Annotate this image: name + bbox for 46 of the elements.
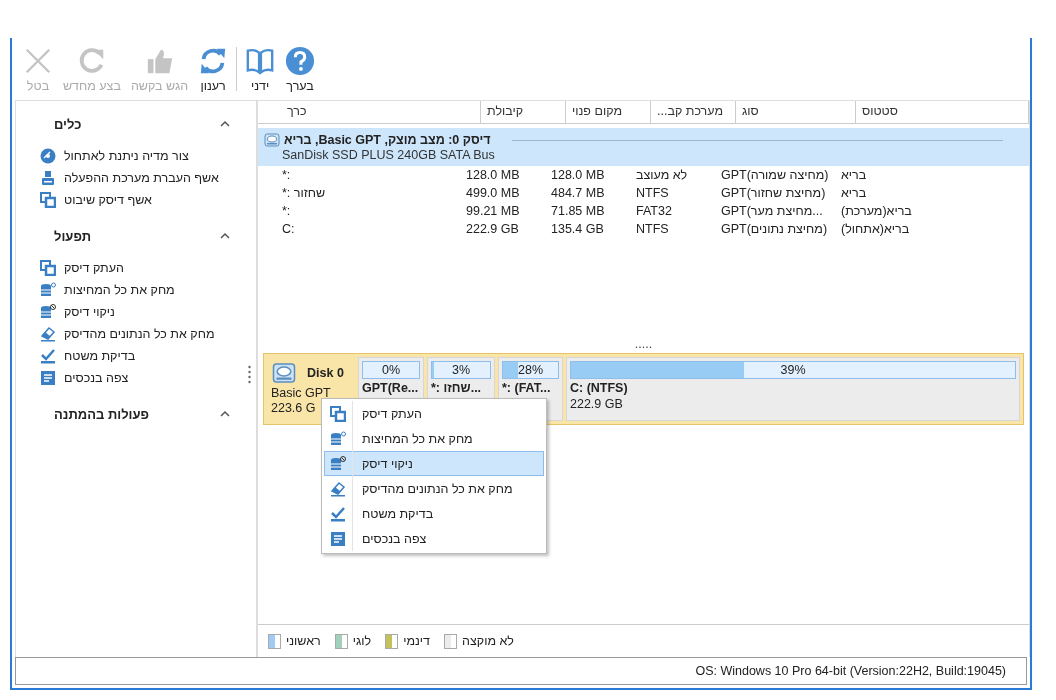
table-cell: GPT(מחיצת מער... bbox=[721, 204, 823, 218]
partition-label: *: שחזו... bbox=[431, 381, 483, 395]
disk-size: 223.6 G bbox=[271, 401, 316, 415]
usage-bar: 28% bbox=[502, 361, 559, 379]
section-title: פעולות בהמתנה bbox=[54, 406, 149, 422]
table-cell: 128.0 MB bbox=[466, 168, 520, 182]
partition-size: 222.9 GB bbox=[570, 397, 624, 411]
partition-label: C: (NTFS) bbox=[570, 381, 629, 395]
table-cell: NTFS bbox=[636, 186, 669, 200]
section-title: כלים bbox=[54, 116, 82, 132]
table-cell: בריא bbox=[841, 168, 867, 182]
table-cell: 222.9 GB bbox=[466, 222, 519, 236]
legend-label: דינמי bbox=[403, 634, 431, 648]
table-cell: 484.7 MB bbox=[551, 186, 605, 200]
table-cell: *: שחזור bbox=[282, 186, 326, 200]
table-cell: 71.85 MB bbox=[551, 204, 605, 218]
legend-label: לא מוקצה bbox=[462, 634, 514, 648]
table-cell: FAT32 bbox=[636, 204, 672, 218]
disk-title: דיסק 0: מצב מוצק, Basic GPT, בריא bbox=[284, 133, 491, 147]
disk-name: Disk 0 bbox=[307, 366, 344, 380]
partition-label: *: (FAT... bbox=[502, 381, 552, 395]
table-cell: GPT(מחיצה שמורה) bbox=[721, 168, 829, 182]
disk-type: Basic GPT bbox=[271, 386, 331, 400]
table-cell: בריא(אתחול) bbox=[841, 222, 910, 236]
usage-bar: 3% bbox=[431, 361, 491, 379]
status-bar: OS: Windows 10 Pro 64-bit (Version:22H2, Build:19045) bbox=[15, 657, 1027, 685]
table-cell: C: bbox=[282, 222, 295, 236]
table-cell: NTFS bbox=[636, 222, 669, 236]
table-cell: GPT(מחיצת שחזור) bbox=[721, 186, 826, 200]
section-title: תפעול bbox=[54, 228, 92, 244]
legend-label: ראשוני bbox=[286, 634, 321, 648]
table-cell: GPT(מחיצת נתונים) bbox=[721, 222, 828, 236]
table-cell: 128.0 MB bbox=[551, 168, 605, 182]
table-cell: 135.4 GB bbox=[551, 222, 604, 236]
usage-bar: 39% bbox=[570, 361, 1016, 379]
table-cell: 99.21 MB bbox=[466, 204, 520, 218]
legend-label: לוגי bbox=[352, 634, 372, 648]
partition-label: GPT(Re... bbox=[362, 381, 420, 395]
table-cell: 499.0 MB bbox=[466, 186, 520, 200]
table-cell: בריא(מערכת) bbox=[841, 204, 912, 218]
table-cell: לא מעוצב bbox=[636, 168, 688, 182]
table-cell: *: bbox=[282, 168, 291, 182]
table-cell: *: bbox=[282, 204, 291, 218]
disk-model: SanDisk SSD PLUS 240GB SATA Bus bbox=[282, 148, 495, 162]
usage-bar: 0% bbox=[362, 361, 420, 379]
table-cell: בריא bbox=[841, 186, 867, 200]
